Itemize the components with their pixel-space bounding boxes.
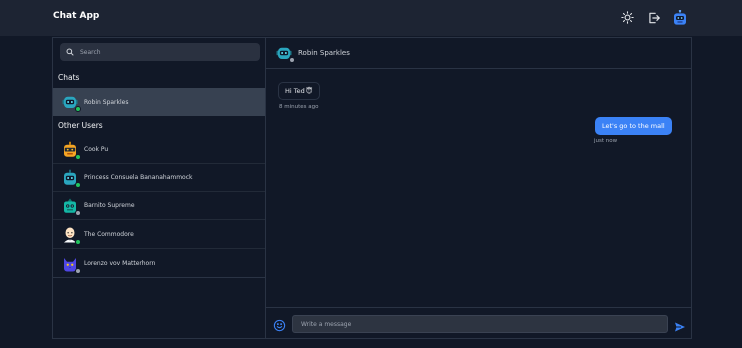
avatar: [61, 197, 81, 216]
message-text: Let's go to the mall: [602, 122, 665, 130]
offline-status-dot: [289, 57, 295, 63]
user-item-barnito-supreme[interactable]: Barnito Supreme: [53, 192, 265, 220]
avatar: [61, 169, 81, 188]
app-title: Chat App: [53, 11, 100, 21]
emoji-glyph: 😇: [305, 87, 313, 95]
logout-icon[interactable]: [645, 9, 662, 26]
online-status-dot: [75, 238, 81, 245]
user-item-cook-pu[interactable]: Cook Pu: [53, 136, 265, 164]
chats-section-label: Chats: [58, 73, 80, 82]
message-text: Hi Ted: [285, 87, 305, 95]
header-avatar: [275, 44, 295, 63]
sun-icon[interactable]: [619, 9, 636, 26]
online-status-dot: [75, 181, 81, 188]
sidebar-divider: [53, 277, 266, 278]
user-item-princess-consuela[interactable]: Princess Consuela Bananahammock: [53, 164, 265, 192]
chat-item-name: Robin Sparkles: [84, 98, 129, 106]
user-item-name: The Commodore: [84, 231, 134, 238]
other-users-section-label: Other Users: [58, 121, 103, 130]
user-item-name: Princess Consuela Bananahammock: [84, 174, 193, 181]
user-item-name: Lorenzo vov Matterhorn: [84, 260, 156, 267]
avatar: [61, 141, 81, 160]
chat-panel: Robin Sparkles Hi Ted 😇 8 minutes ago Le…: [266, 38, 691, 338]
avatar: [61, 226, 81, 245]
emoji-picker-icon[interactable]: [273, 317, 286, 332]
message-input[interactable]: [292, 315, 668, 333]
offline-status-dot: [75, 209, 81, 216]
user-item-the-commodore[interactable]: The Commodore: [53, 221, 265, 249]
offline-status-dot: [75, 267, 81, 274]
message-timestamp: 8 minutes ago: [279, 104, 319, 110]
top-navbar: Chat App: [0, 0, 742, 36]
user-item-name: Cook Pu: [84, 146, 109, 153]
send-icon[interactable]: [674, 318, 686, 332]
user-item-lorenzo[interactable]: Lorenzo vov Matterhorn: [53, 250, 265, 278]
search-input[interactable]: [80, 48, 250, 56]
user-avatar-icon[interactable]: [671, 9, 688, 26]
message-composer: [266, 307, 691, 338]
incoming-message: Hi Ted 😇: [278, 82, 320, 100]
avatar: [61, 93, 81, 112]
online-status-dot: [75, 106, 81, 112]
user-item-name: Barnito Supreme: [84, 202, 135, 209]
outgoing-message: Let's go to the mall: [595, 117, 672, 135]
search-icon: [66, 48, 74, 56]
avatar: [61, 255, 81, 274]
message-timestamp: just now: [594, 138, 618, 144]
online-status-dot: [75, 153, 81, 160]
sidebar: Chats Robin Sparkles Other Users Cook Pu…: [53, 38, 266, 338]
search-box[interactable]: [60, 43, 260, 61]
chat-container: Chats Robin Sparkles Other Users Cook Pu…: [52, 37, 692, 339]
chat-header-name: Robin Sparkles: [298, 49, 350, 57]
chat-header: Robin Sparkles: [266, 38, 691, 69]
chat-item-robin-sparkles[interactable]: Robin Sparkles: [53, 88, 265, 116]
navbar-actions: [619, 9, 688, 26]
